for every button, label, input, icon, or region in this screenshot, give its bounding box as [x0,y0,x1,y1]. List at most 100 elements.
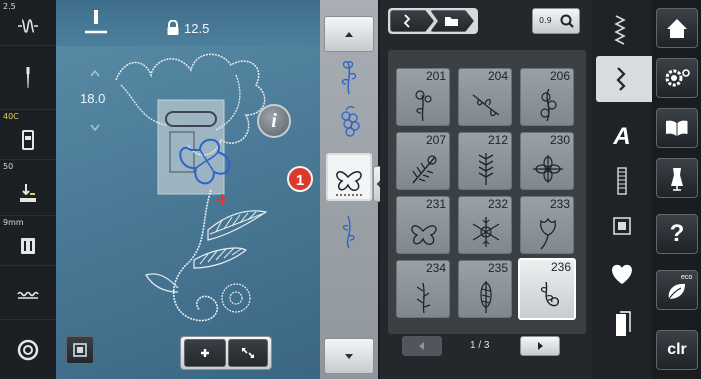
info-button[interactable]: i [257,104,291,138]
stitch-width-control[interactable]: 2.5 [0,0,56,46]
eco-button[interactable]: eco [656,270,698,310]
needle-stop-icon[interactable] [82,8,110,38]
stitch-number: 234 [425,261,446,275]
view-mode-button[interactable] [66,336,94,364]
stitch-number: 230 [549,133,570,147]
stitch-number: 232 [487,197,508,211]
stitch-number: 204 [487,69,508,83]
heart-icon [612,264,632,284]
eco-label: eco [681,274,693,281]
needle-position-control[interactable] [0,46,56,110]
gear-icon [665,69,690,87]
clear-button[interactable]: clr [656,330,698,370]
stitch-tile[interactable]: 234 [396,260,450,318]
category-buttonholes[interactable] [596,158,648,204]
square-view-icon [73,343,87,357]
butterfly-stitch-icon [411,225,437,245]
stitch-number: 206 [549,69,570,83]
presser-foot-icon [21,238,35,254]
category-alphabets[interactable]: A [596,112,648,158]
stitch-tile[interactable]: 212 [458,132,512,190]
zoom-button[interactable]: 0.9 [532,8,580,34]
stitch-width-value: 2.5 [3,2,16,11]
scroll-down-button[interactable] [324,338,374,374]
category-practical-stitches[interactable] [596,8,648,54]
sewing-consultant-button[interactable] [656,158,698,198]
stitch-tile[interactable]: 231 [396,196,450,254]
main-navigation: ? eco clr [652,0,701,379]
strip-stitch-1[interactable] [326,52,372,100]
leaf-sprig-stitch-icon [342,215,355,249]
stitch-tile[interactable]: 206 [520,68,574,126]
bobbin-indicator[interactable] [0,320,56,379]
fullscreen-button[interactable] [228,339,268,367]
scroll-up-button[interactable] [324,16,374,52]
buttonhole-icon [617,167,627,195]
zigzag-stitch-icon [614,15,626,45]
stitch-tile-selected[interactable]: 236 [518,258,576,320]
setup-button[interactable] [656,58,698,98]
bobbin-icon [17,339,39,361]
stitch-tile[interactable]: 233 [520,196,574,254]
butterfly-flower-stitch-icon [336,171,364,196]
floral-stitch-icon [341,61,357,95]
stitch-width-icon [18,19,38,33]
category-decorative-stitches[interactable] [596,56,652,102]
cross-flower-stitch-icon [533,155,563,183]
tutorial-button[interactable] [656,108,698,148]
stitch-number: 207 [425,133,446,147]
magnifier-icon [560,14,574,28]
presser-pressure-value: 50 [3,162,14,171]
category-memory[interactable] [596,300,648,346]
stitch-number: 201 [425,69,446,83]
clear-label: clr [667,341,687,358]
strip-stitch-3-selected[interactable] [326,153,372,201]
presser-foot-pressure-control[interactable]: 50 [0,160,56,216]
help-button[interactable]: ? [656,214,698,254]
triangle-down-icon [345,354,353,359]
stitch-tile[interactable]: 207 [396,132,450,190]
stitch-number: 236 [550,260,571,274]
decorative-squiggle-icon [616,67,626,91]
triangle-left-icon [419,342,424,350]
stitch-number: 233 [549,197,570,211]
tulip-stitch-icon [540,217,556,250]
flower-bouquet-stitch-icon [415,90,432,122]
floral-cascade-stitch-icon [540,88,557,122]
dress-form-icon [671,168,683,191]
next-page-button[interactable] [520,336,560,356]
stitch-tile[interactable]: 201 [396,68,450,126]
stitch-preview-area: 12.5 18.0 i [56,0,320,379]
open-book-icon [666,120,688,136]
stitch-plate-indicator[interactable] [0,266,56,320]
strip-stitch-4[interactable] [326,206,372,254]
stitch-plate-icon [17,291,39,299]
letter-a-icon: A [612,123,630,150]
category-personal-program[interactable] [596,250,648,296]
thistle-stitch-icon [412,155,437,184]
stitch-number: 235 [487,261,508,275]
zoom-value: 0.9 [539,16,552,25]
thread-tension-control[interactable]: 40C [0,110,56,160]
expand-arrows-icon [242,348,254,358]
page-indicator: 1 / 3 [470,340,490,351]
sewing-machine-screen: 2.5 40C 50 9mm 12.5 18.0 i 1 0.9 201 204… [0,0,701,379]
stitch-tile[interactable]: 232 [458,196,512,254]
category-quilt-stitches[interactable] [596,204,648,250]
stitch-length-value: 12.5 [184,21,210,36]
wheat-stitch-icon [478,153,494,185]
stitch-tile[interactable]: 204 [458,68,512,126]
stitch-number: 231 [425,197,446,211]
sprig-stitch-icon [416,282,431,314]
svg-text:A: A [612,123,630,150]
memory-folder-icon [616,311,631,336]
strip-stitch-2[interactable] [326,100,372,148]
home-button[interactable] [656,8,698,48]
stitch-tile[interactable]: 235 [458,260,512,318]
thread-tension-value: 40C [3,112,19,121]
breadcrumb-stitch-button[interactable] [390,10,434,32]
presser-foot-indicator[interactable]: 9mm [0,216,56,266]
previous-page-button[interactable] [402,336,442,356]
zoom-in-button[interactable] [184,339,226,367]
stitch-tile[interactable]: 230 [520,132,574,190]
